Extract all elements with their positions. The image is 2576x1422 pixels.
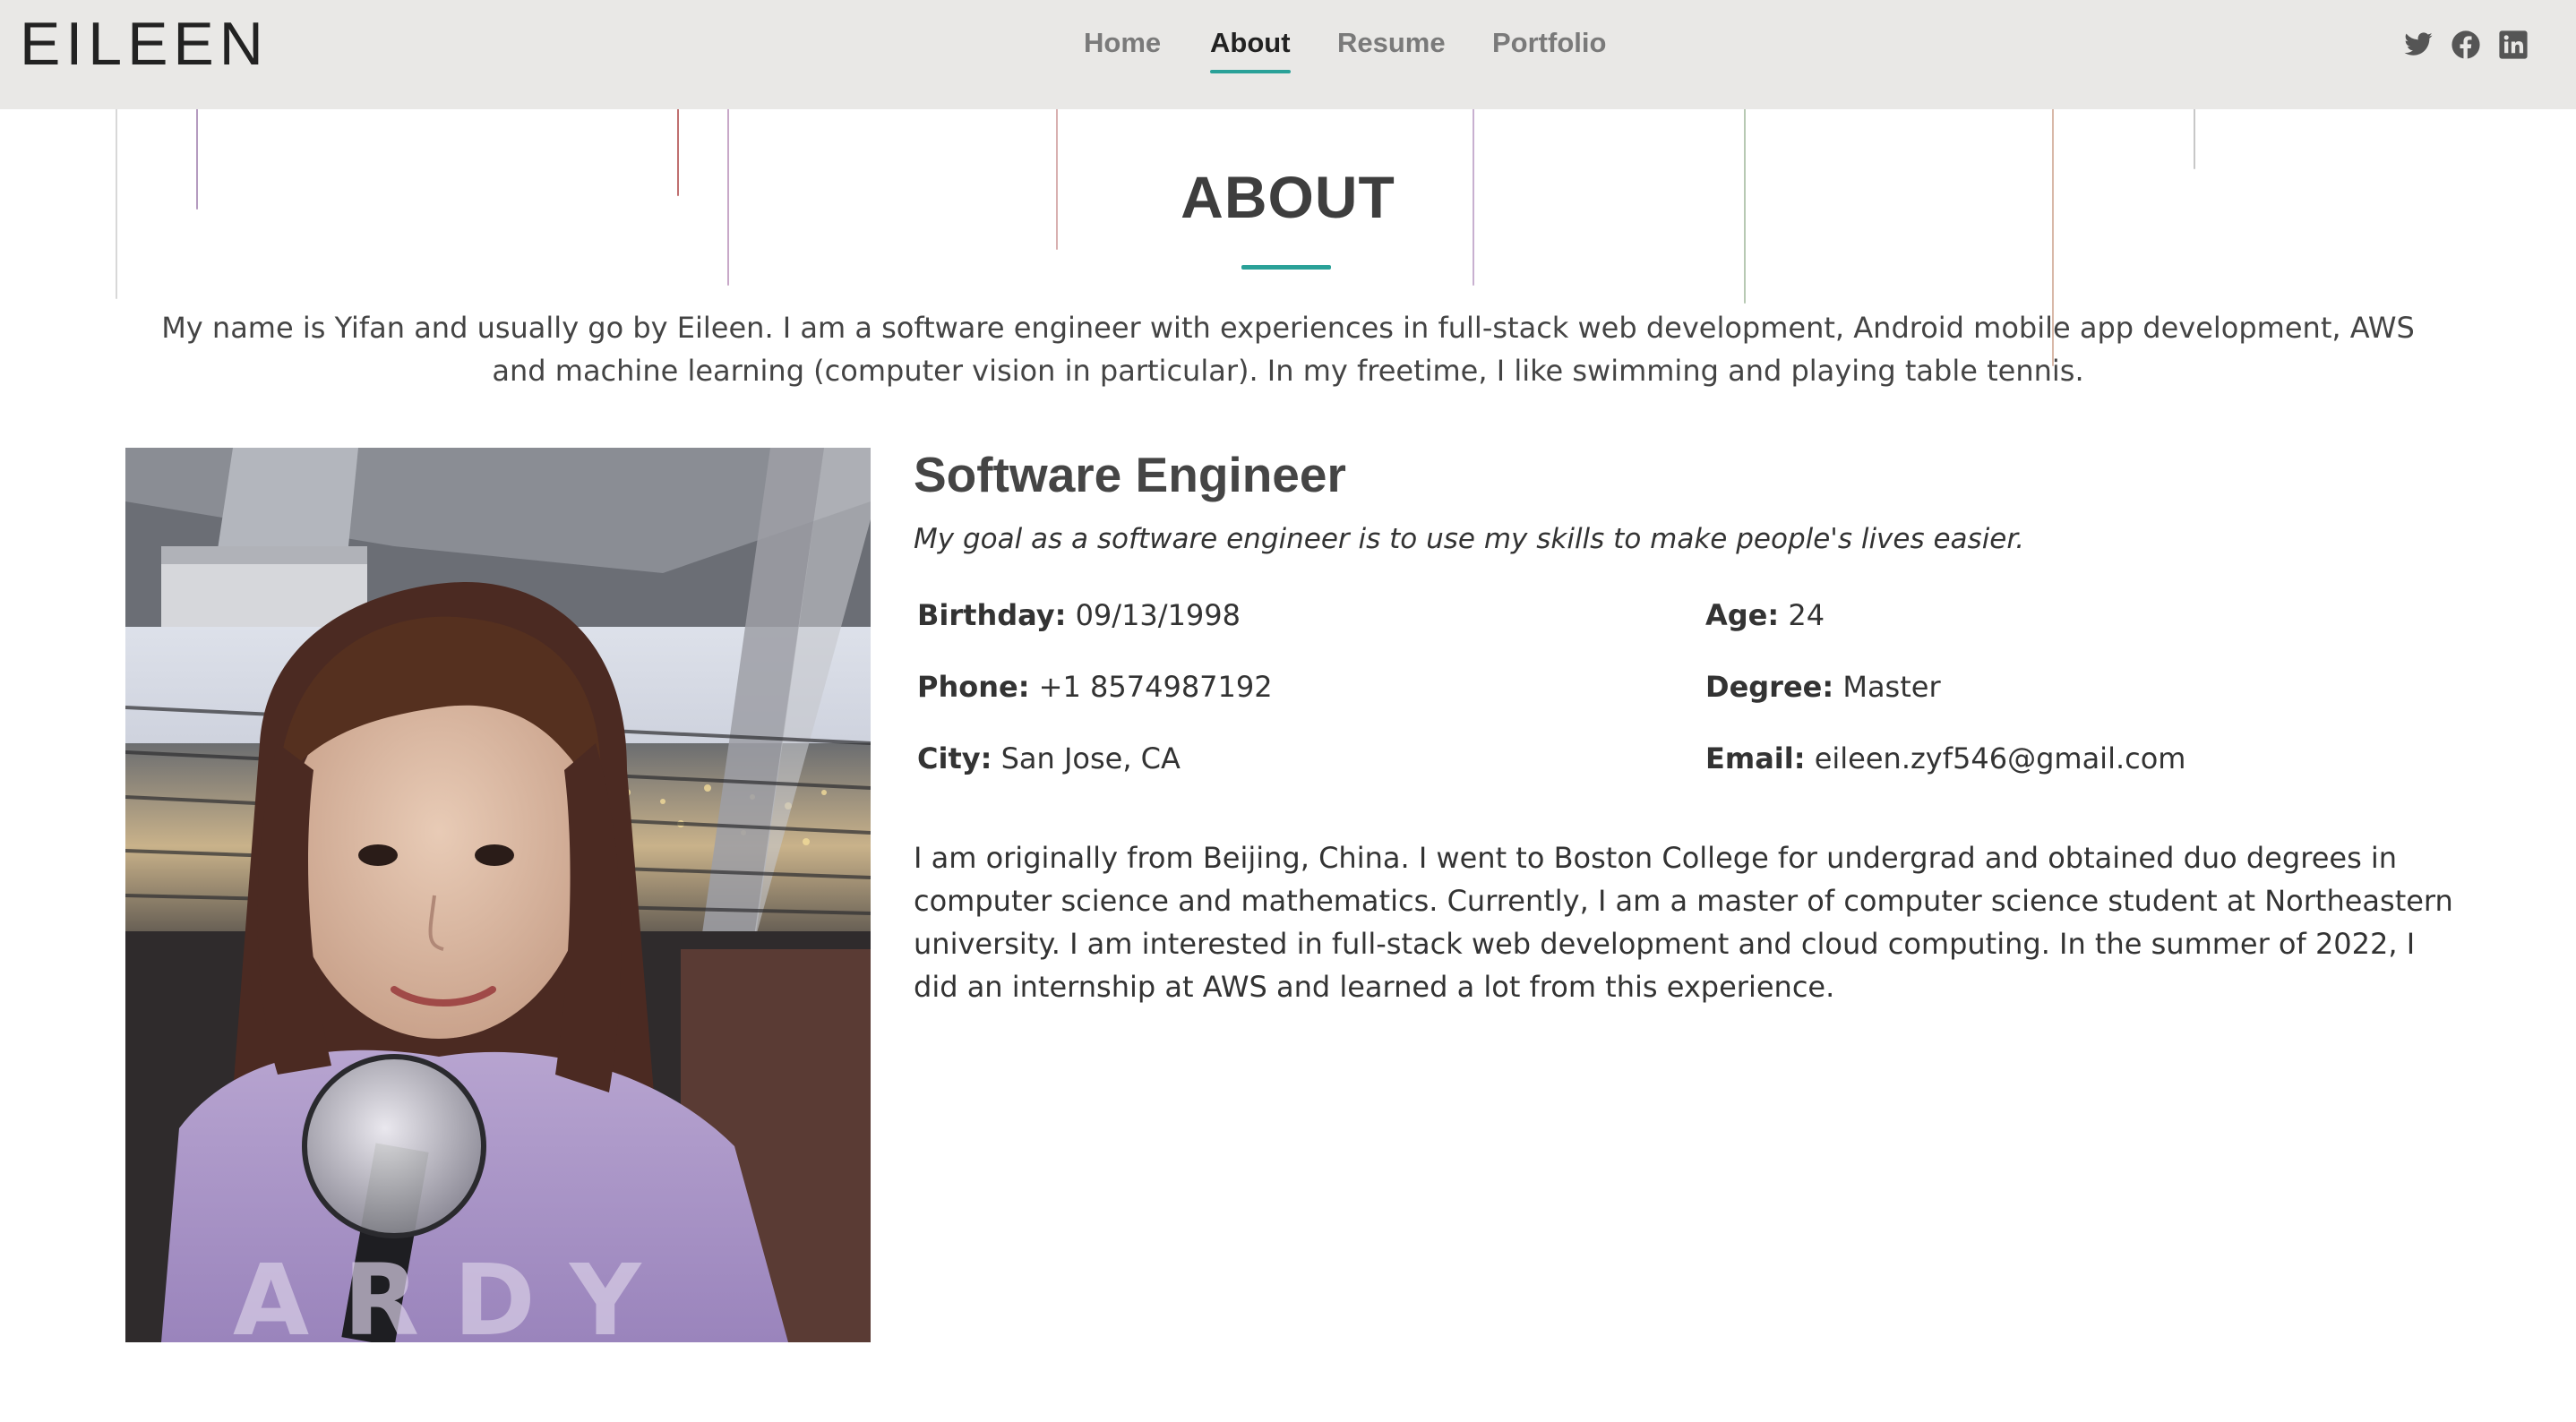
about-bio: I am originally from Beijing, China. I w… — [914, 841, 2453, 1004]
fact-label: City: — [917, 741, 992, 775]
profile-photo: A R D Y — [125, 448, 871, 1342]
fact-value: Master — [1842, 670, 1941, 704]
nav-item-about-label: About — [1210, 27, 1291, 58]
fact-label: Birthday: — [917, 598, 1067, 632]
fact-city: City: San Jose, CA — [917, 741, 1181, 775]
fact-label: Degree: — [1705, 670, 1834, 704]
linkedin-icon[interactable] — [2498, 30, 2529, 60]
title-underline — [1241, 265, 1331, 270]
svg-text:A R D Y: A R D Y — [233, 1243, 642, 1342]
nav-item-home[interactable]: Home — [1084, 27, 1161, 59]
fact-value: San Jose, CA — [1000, 741, 1181, 775]
role-title: Software Engineer — [914, 447, 1346, 502]
nav-item-portfolio[interactable]: Portfolio — [1492, 27, 1606, 59]
fact-value: 09/13/1998 — [1075, 598, 1241, 632]
fact-age: Age: 24 — [1705, 598, 1825, 632]
about-intro: My name is Yifan and usually go by Eilee… — [161, 311, 2415, 388]
fact-degree: Degree: Master — [1705, 670, 1941, 704]
main-nav: Home About Resume Portfolio — [0, 0, 2576, 109]
section-title: ABOUT — [1181, 164, 1395, 230]
fact-value: 24 — [1788, 598, 1825, 632]
fact-value[interactable]: eileen.zyf546@gmail.com — [1815, 741, 2186, 775]
fact-label: Phone: — [917, 670, 1030, 704]
fact-email: Email: eileen.zyf546@gmail.com — [1705, 741, 2185, 775]
about-content: Software Engineer My goal as a software … — [914, 439, 2454, 1008]
site-header: EILEEN Home About Resume Portfolio — [0, 0, 2576, 109]
nav-item-resume[interactable]: Resume — [1337, 27, 1446, 59]
nav-item-about[interactable]: About — [1210, 27, 1291, 73]
fact-phone: Phone: +1 8574987192 — [917, 670, 1273, 704]
active-nav-indicator — [1210, 70, 1291, 73]
personal-facts: Birthday: 09/13/1998 Age: 24 Phone: +1 8… — [914, 580, 2454, 813]
fact-value: +1 8574987192 — [1038, 670, 1273, 704]
fact-label: Email: — [1705, 741, 1806, 775]
fact-birthday: Birthday: 09/13/1998 — [917, 598, 1241, 632]
fact-label: Age: — [1705, 598, 1780, 632]
role-tagline: My goal as a software engineer is to use… — [914, 523, 2025, 555]
facebook-icon[interactable] — [2451, 30, 2481, 60]
twitter-icon[interactable] — [2403, 30, 2434, 60]
